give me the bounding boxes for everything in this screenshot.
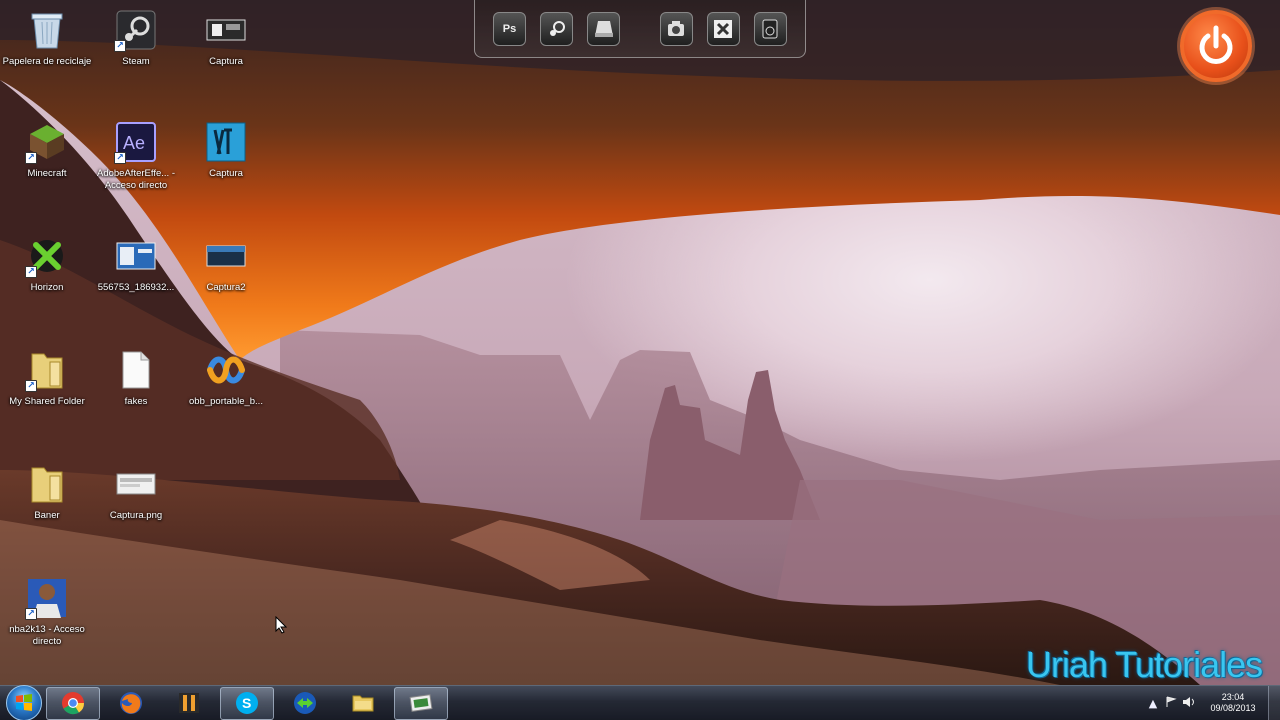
volume-icon[interactable] [1180,696,1198,711]
shortcut-arrow-icon: ↗ [25,608,37,620]
image-file-icon [206,122,246,162]
taskbar-explorer[interactable] [336,687,390,720]
camera-icon[interactable] [659,11,693,46]
desktop-icon-steam[interactable]: ↗ Steam [89,6,183,106]
taskbar-teamviewer[interactable] [278,687,332,720]
svg-text:S: S [242,695,251,711]
firefox-icon [120,692,142,714]
shortcut-arrow-icon: ↗ [114,152,126,164]
folder-icon [27,464,67,504]
desktop-icon-nba2k13[interactable]: ↗ nba2k13 - Acceso directo [0,574,94,674]
desktop-icon-my-shared-folder[interactable]: ↗ My Shared Folder [0,346,94,446]
photo-viewer-icon [409,694,433,712]
recycle-bin-icon [27,10,67,50]
nba2k13-icon: ↗ [25,578,67,620]
chrome-icon [62,692,85,715]
explorer-folder-icon [352,695,374,712]
skype-icon: S [236,692,258,714]
mouse-cursor-icon [275,615,288,638]
image-file-icon [206,10,246,50]
svg-text:Ae: Ae [123,133,145,153]
image-file-icon [116,236,156,276]
taskbar-clock[interactable]: 23:04 09/08/2013 [1202,692,1264,714]
taskbar-skype[interactable]: S [220,686,274,720]
shortcut-arrow-icon: ↗ [25,152,37,164]
power-icon [1199,25,1233,64]
desktop-icon-baner[interactable]: Baner [0,460,94,560]
tool-icon[interactable] [706,11,740,46]
desktop-icon-fakes[interactable]: fakes [89,346,183,446]
teamviewer-icon [294,692,316,714]
start-button[interactable] [6,685,42,720]
clock-date: 09/08/2013 [1210,703,1256,713]
clock-time: 23:04 [1221,692,1245,702]
show-desktop-button[interactable] [1268,685,1280,720]
desktop-icon-after-effects[interactable]: Ae ↗ AdobeAfterEffe... - Acceso directo [89,118,183,218]
shortcut-arrow-icon: ↗ [114,40,126,52]
desktop-icon-image-556753[interactable]: 556753_186932... [89,232,183,332]
after-effects-icon: Ae ↗ [114,122,156,164]
taskbar-firefox[interactable] [104,687,158,720]
desktop-icon-horizon[interactable]: ↗ Horizon [0,232,94,332]
desktop-icon-recycle-bin[interactable]: Papelera de reciclaje [0,6,94,106]
steam-icon[interactable] [540,11,574,46]
blank-file-icon [116,350,156,390]
desktop-icon-captura-2[interactable]: Captura [179,118,273,218]
action-center-flag-icon[interactable] [1162,696,1180,711]
top-dock: Ps [474,0,806,58]
taskbar-fl-studio[interactable] [162,687,216,720]
desktop-icon-minecraft[interactable]: ↗ Minecraft [0,118,94,218]
minecraft-icon: ↗ [25,122,67,164]
power-gadget[interactable] [1180,10,1252,82]
device-icon[interactable] [753,11,788,46]
desktop-icon-obb-portable[interactable]: obb_portable_b... [179,346,273,446]
xbox-icon: ↗ [25,236,67,278]
desktop-icon-captura-1[interactable]: Captura [179,6,273,106]
watermark-text: Uriah Tutoriales [1026,644,1263,685]
folder-icon: ↗ [25,350,67,392]
windows-logo-icon [16,694,32,711]
image-file-icon [206,236,246,276]
image-file-icon [116,464,156,504]
taskbar-photo-viewer[interactable] [394,686,448,720]
photoshop-icon[interactable]: Ps [493,11,527,46]
system-tray: ▲ 23:04 09/08/2013 [1144,685,1280,720]
desktop-icon-captura-png[interactable]: Captura.png [89,460,183,560]
taskbar: S ▲ 23:04 09/08/2013 [0,685,1280,720]
shortcut-arrow-icon: ↗ [25,380,37,392]
taskbar-chrome[interactable] [46,686,100,720]
fl-studio-icon [179,693,199,713]
drive-icon[interactable] [587,11,621,46]
desktop-icon-captura2[interactable]: Captura2 [179,232,273,332]
steam-icon: ↗ [114,10,156,52]
show-hidden-icons-button[interactable]: ▲ [1144,697,1162,710]
shortcut-arrow-icon: ↗ [25,266,37,278]
app-icon [206,350,246,390]
